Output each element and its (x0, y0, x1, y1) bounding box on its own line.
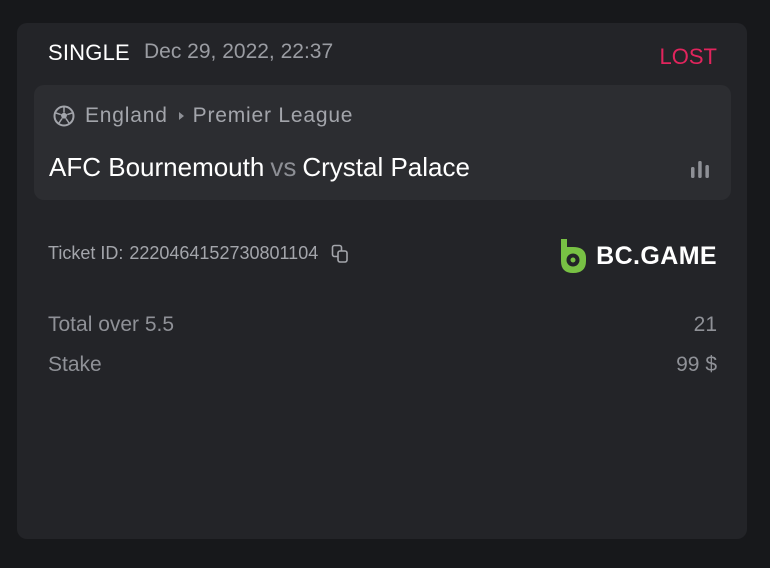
away-team: Crystal Palace (302, 152, 470, 182)
soccer-ball-icon (53, 105, 75, 127)
chevron-right-icon (178, 112, 184, 120)
brand-logo: BC.GAME (559, 238, 717, 274)
country-name: England (85, 104, 168, 127)
league-name: Premier League (192, 104, 354, 127)
home-team: AFC Bournemouth (49, 152, 265, 182)
bet-date: Dec 29, 2022, 22:37 (144, 40, 334, 63)
bar-chart-icon[interactable] (689, 159, 711, 179)
status-badge: LOST (659, 44, 717, 69)
detail-value: 21 (693, 313, 717, 336)
copy-icon[interactable] (330, 244, 350, 264)
detail-value: 99 $ (676, 353, 717, 376)
bet-header: SINGLE Dec 29, 2022, 22:37 LOST (48, 40, 717, 70)
match-box[interactable]: England Premier League AFC Bournemouth vs… (34, 85, 731, 200)
ticket-label: Ticket ID: (48, 243, 124, 263)
ticket-row: Ticket ID: 2220464152730801104 (48, 243, 350, 264)
brand-name: BC.GAME (596, 241, 717, 270)
detail-label: Total over 5.5 (48, 313, 175, 336)
vs-separator: vs (270, 152, 297, 182)
detail-row-stake: Stake 99 $ (48, 353, 717, 381)
bet-card: SINGLE Dec 29, 2022, 22:37 LOST England … (17, 23, 747, 539)
match-teams: AFC Bournemouth vs Crystal Palace (49, 152, 470, 183)
detail-row-selection: Total over 5.5 21 (48, 313, 717, 341)
detail-label: Stake (48, 353, 102, 376)
league-breadcrumb: England Premier League (53, 103, 353, 129)
bet-type: SINGLE (48, 40, 130, 65)
bc-game-logo-icon (561, 239, 587, 273)
ticket-id: 2220464152730801104 (129, 243, 319, 263)
